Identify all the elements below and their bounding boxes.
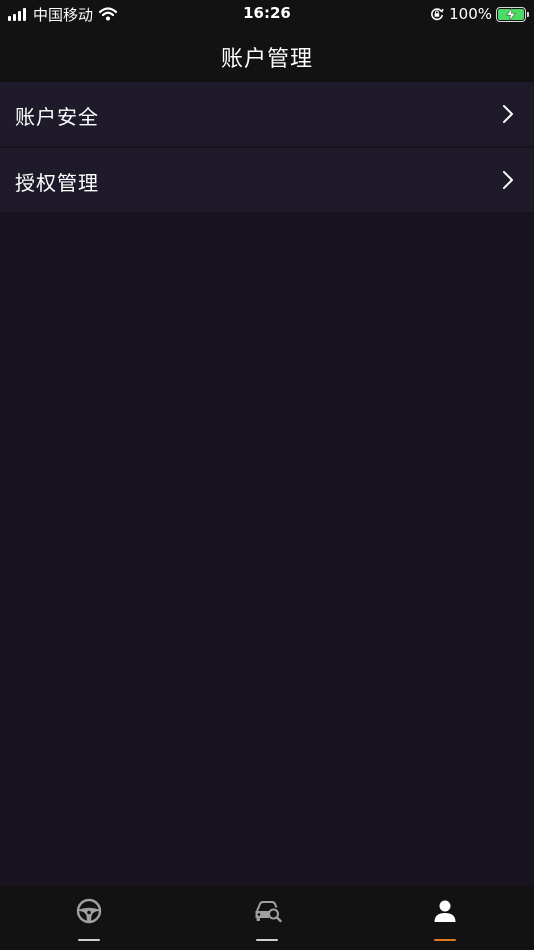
screen: 中国移动 16:26 100% 账户管理 账户安全 授权管理 bbox=[0, 0, 534, 950]
status-bar: 中国移动 16:26 100% bbox=[0, 0, 534, 28]
tab-drive[interactable] bbox=[0, 886, 178, 950]
tab-indicator-active bbox=[434, 939, 456, 941]
menu-item-authorization[interactable]: 授权管理 bbox=[0, 148, 534, 213]
user-icon bbox=[434, 900, 456, 922]
steering-wheel-icon bbox=[76, 898, 102, 924]
tab-indicator bbox=[256, 939, 278, 941]
tab-bar bbox=[0, 886, 534, 950]
menu-item-label: 授权管理 bbox=[15, 171, 99, 195]
menu-item-account-security[interactable]: 账户安全 bbox=[0, 82, 534, 147]
page-title: 账户管理 bbox=[220, 47, 313, 72]
chevron-right-icon bbox=[503, 171, 513, 189]
menu-item-label: 账户安全 bbox=[15, 105, 99, 129]
battery-icon bbox=[496, 6, 529, 22]
orientation-lock-icon bbox=[431, 8, 444, 21]
chevron-right-icon bbox=[503, 105, 513, 123]
tab-vehicle[interactable] bbox=[178, 886, 356, 950]
status-right: 100% bbox=[430, 4, 529, 24]
battery-percent: 100% bbox=[449, 5, 492, 23]
tab-profile[interactable] bbox=[356, 886, 534, 950]
menu-list: 账户安全 授权管理 bbox=[0, 82, 534, 213]
nav-bar: 账户管理 bbox=[0, 28, 534, 82]
charging-bolt-icon bbox=[505, 7, 517, 21]
car-search-icon bbox=[255, 901, 282, 923]
tab-indicator bbox=[78, 939, 100, 941]
